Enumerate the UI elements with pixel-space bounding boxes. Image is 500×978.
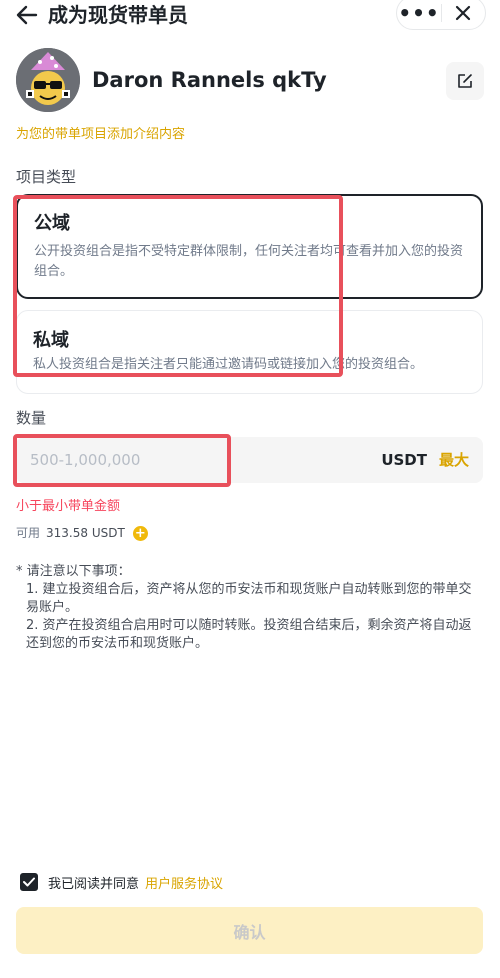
option-private-title: 私域 [33, 330, 69, 351]
edit-profile-button[interactable] [446, 62, 484, 100]
note-item: 2. 资产在投资组合启用时可以随时转账。投资组合结束后，剩余资产将自动返还到您的… [26, 618, 472, 651]
edit-icon [458, 74, 472, 88]
amount-field: USDT 最大 [16, 437, 483, 483]
option-private-description: 私人投资组合是指关注者只能通过邀请码或链接加入您的投资组合。 [33, 357, 424, 372]
page-title: 成为现货带单员 [48, 3, 188, 27]
close-icon [456, 5, 471, 21]
option-public-title: 公域 [34, 213, 70, 234]
agreement-row: 我已阅读并同意 用户服务协议 [20, 871, 223, 893]
agreement-text: 我已阅读并同意 [48, 876, 140, 892]
header-actions: ••• [396, 0, 486, 30]
confirm-button[interactable]: 确认 [16, 907, 483, 954]
amount-input[interactable] [30, 437, 270, 483]
arrow-left-icon [16, 5, 38, 25]
option-private[interactable]: 私域 私人投资组合是指关注者只能通过邀请码或链接加入您的投资组合。 [16, 310, 483, 394]
project-type-label: 项目类型 [16, 168, 77, 186]
note-item: 1. 建立投资组合后，资产将从您的币安法币和现货账户自动转账到您的带单交易账户。 [26, 582, 472, 615]
max-button[interactable]: 最大 [439, 437, 469, 483]
check-icon [23, 877, 35, 887]
available-balance: 可用 313.58 USDT + [16, 524, 148, 542]
available-label: 可用 [16, 526, 41, 540]
header: 成为现货带单员 ••• [0, 0, 500, 30]
plus-circle-icon[interactable]: + [132, 525, 148, 541]
error-message: 小于最小带单金额 [16, 499, 121, 514]
available-value: 313.58 USDT [46, 526, 125, 540]
more-dots-icon[interactable]: ••• [397, 0, 441, 29]
back-button[interactable] [14, 2, 40, 28]
user-agreement-link[interactable]: 用户服务协议 [145, 873, 223, 892]
add-intro-link[interactable]: 为您的带单项目添加介绍内容 [16, 126, 185, 144]
option-public[interactable]: 公域 公开投资组合是指不受特定群体限制，任何关注者均可查看并加入您的投资组合。 [16, 194, 483, 299]
profile-row: Daron Rannels qkTy [16, 48, 484, 114]
username: Daron Rannels qkTy [92, 68, 327, 92]
agree-checkbox[interactable] [20, 873, 38, 891]
currency-unit: USDT [381, 451, 427, 469]
close-button[interactable] [442, 0, 485, 29]
avatar-image [16, 48, 80, 112]
notes-heading: * 请注意以下事项： [16, 564, 131, 579]
notes: * 请注意以下事项： 1. 建立投资组合后，资产将从您的币安法币和现货账户自动转… [16, 563, 484, 653]
amount-label: 数量 [16, 409, 47, 427]
option-public-description: 公开投资组合是指不受特定群体限制，任何关注者均可查看并加入您的投资组合。 [34, 244, 464, 279]
avatar[interactable] [16, 48, 80, 112]
